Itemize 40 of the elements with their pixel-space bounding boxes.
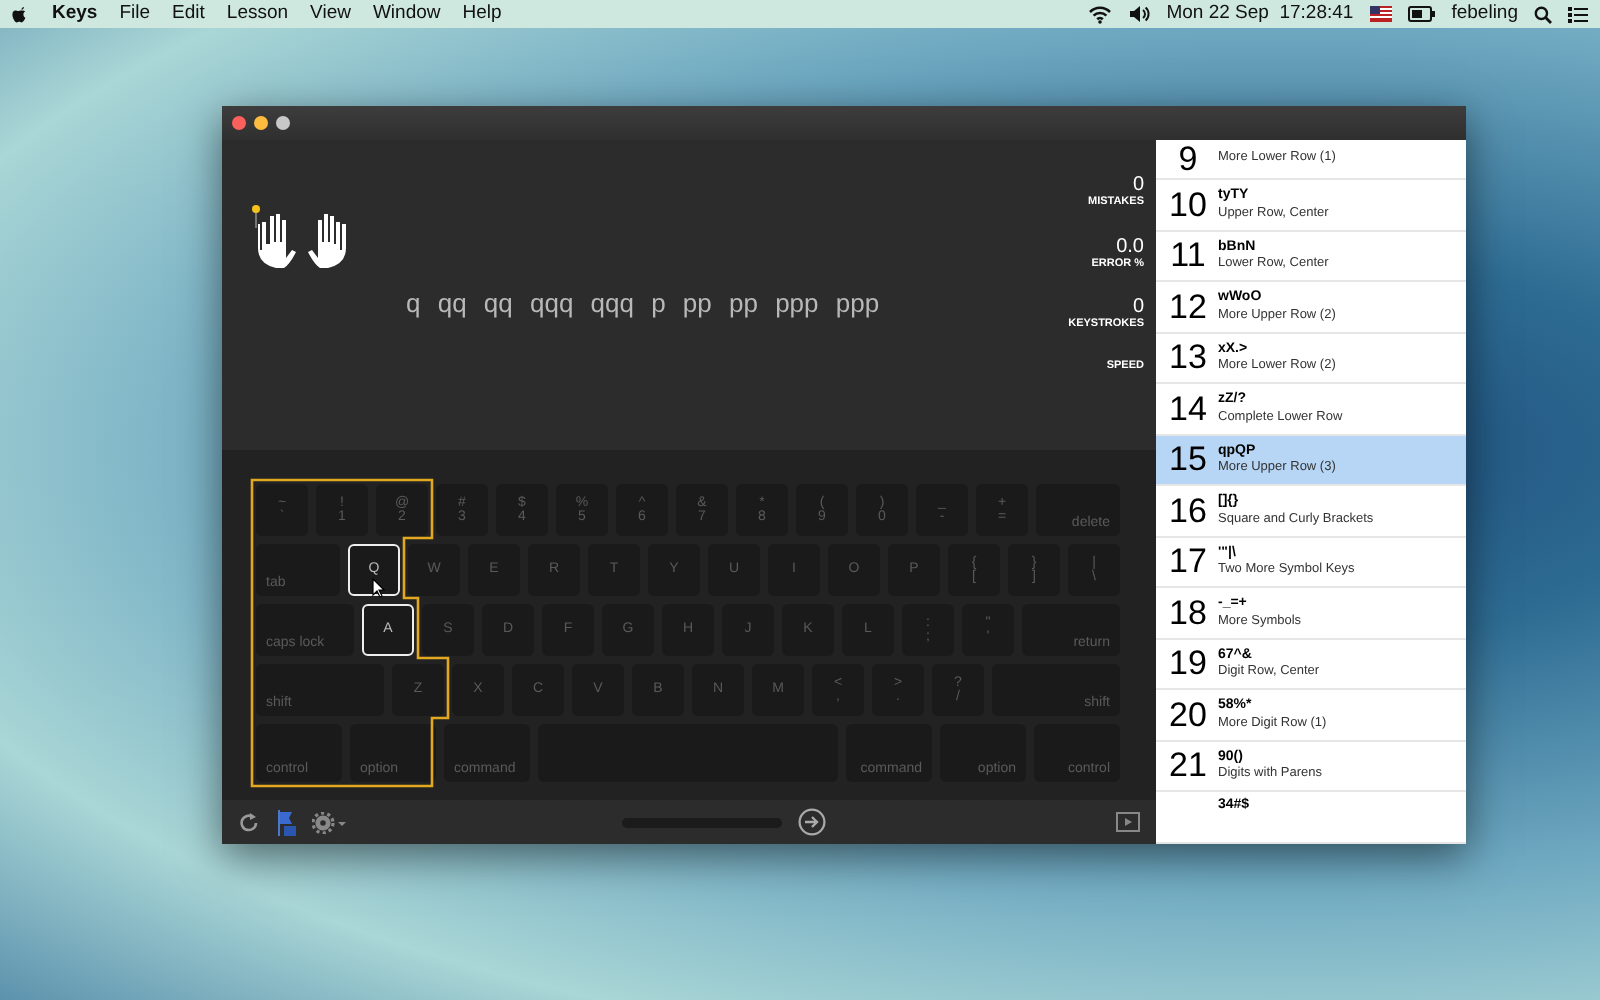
stat-value: 0	[1130, 176, 1144, 196]
menu-item[interactable]: Window	[372, 0, 441, 29]
refresh-icon[interactable]	[238, 811, 260, 833]
user-name-menu[interactable]: febeling	[1451, 0, 1518, 29]
lesson-number: 17	[1167, 544, 1209, 579]
lesson-number: 20	[1167, 697, 1209, 732]
close-button[interactable]	[232, 116, 246, 130]
lesson-number: 10	[1167, 187, 1209, 222]
lesson-number: 12	[1167, 289, 1209, 324]
apple-icon	[12, 4, 30, 24]
gear-icon[interactable]	[312, 811, 348, 833]
list-icon[interactable]	[1568, 5, 1588, 23]
stat-value: 0	[1132, 298, 1144, 319]
menu-item[interactable]: Help	[462, 0, 502, 29]
menu-item[interactable]: Lesson	[226, 0, 289, 29]
lesson-number: 15	[1167, 442, 1209, 477]
screen-play-icon[interactable]	[1116, 812, 1140, 832]
search-icon[interactable]	[1534, 5, 1552, 23]
zoom-button[interactable]	[276, 116, 290, 130]
mouse-pointer-icon	[372, 578, 386, 598]
minimize-button[interactable]	[254, 116, 268, 130]
wifi-icon[interactable]	[1088, 4, 1113, 24]
lesson-number: 9	[1176, 142, 1200, 176]
lesson-number: 11	[1168, 238, 1208, 273]
lesson-number: 16	[1167, 493, 1209, 528]
menu-item[interactable]: File	[119, 0, 151, 29]
menu-item[interactable]: Edit	[172, 0, 205, 29]
volume-icon[interactable]	[1128, 4, 1151, 24]
lesson-number: 14	[1167, 391, 1209, 426]
lesson-number: 13	[1167, 340, 1209, 375]
flag-icon[interactable]	[1369, 6, 1392, 22]
lesson-text: q qq qq qqq qqq p pp pp ppp ppp	[406, 286, 880, 322]
battery-icon[interactable]	[1407, 6, 1436, 22]
lesson-number: 19	[1167, 646, 1209, 681]
clock-text[interactable]: Mon 22 Sep 17:28:41	[1166, 0, 1354, 29]
app-name-menu[interactable]: Keys	[52, 0, 98, 29]
lesson-number: 21	[1167, 748, 1209, 783]
lesson-number: 18	[1167, 595, 1209, 630]
stat-value: 0.0	[1114, 237, 1144, 258]
menu-item[interactable]: View	[310, 0, 351, 29]
